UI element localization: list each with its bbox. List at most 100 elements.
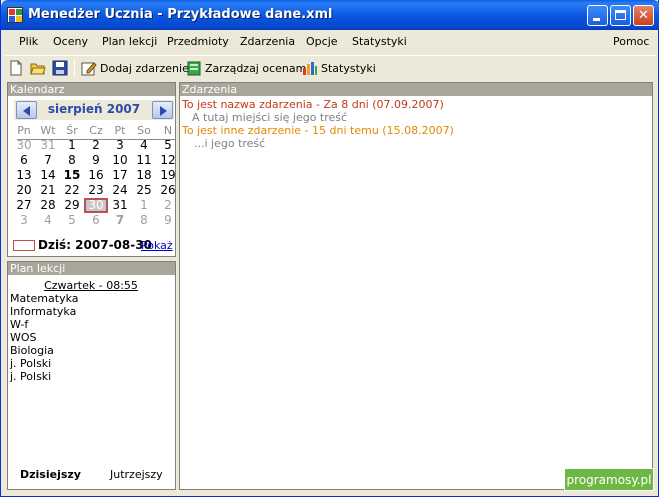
title-bar[interactable]: Menedżer Ucznia - Przykładowe dane.xml ✕ [1,0,659,30]
minimize-button[interactable] [587,5,608,26]
calendar-day[interactable]: 17 [108,168,132,183]
calendar-day[interactable]: 31 [36,138,60,153]
lesson-item: Matematyka [10,292,79,305]
manage-grades-button[interactable]: Zarządzaj ocenami [186,59,309,77]
calendar-day[interactable]: 1 [132,198,156,213]
toolbar-separator [74,59,75,77]
calendar-day[interactable]: 14 [36,168,60,183]
weekday-mon: Pn [17,124,31,137]
weekday-wed: Śr [66,124,78,137]
menu-bar: Plik Oceny Plan lekcji Przedmioty Zdarze… [5,31,656,53]
calendar-day[interactable]: 26 [156,183,180,198]
menu-grades[interactable]: Oceny [53,35,88,48]
lesson-item: Informatyka [10,305,77,318]
calendar-day[interactable]: 2 [156,198,180,213]
weekday-fri: Pt [114,124,126,137]
calendar-day[interactable]: 23 [84,183,108,198]
save-button[interactable] [52,59,71,77]
calendar-day[interactable]: 30 [12,138,36,153]
calendar-day[interactable]: 10 [108,153,132,168]
calendar-day[interactable]: 8 [60,153,84,168]
calendar-day[interactable]: 5 [60,213,84,228]
lesson-item: j. Polski [10,357,52,370]
menu-events[interactable]: Zdarzenia [240,35,295,48]
calendar-day[interactable]: 3 [12,213,36,228]
calendar-day[interactable]: 21 [36,183,60,198]
calendar-day[interactable]: 9 [84,153,108,168]
calendar-day[interactable]: 24 [108,183,132,198]
calendar-day[interactable]: 6 [84,213,108,228]
lesson-item: j. Polski [10,370,52,383]
next-month-button[interactable] [152,101,173,119]
calendar-day[interactable]: 1 [60,138,84,153]
menu-statistics[interactable]: Statystyki [352,35,407,48]
bar-chart-icon [302,60,318,76]
calendar-day[interactable]: 5 [156,138,180,153]
calendar-day[interactable]: 16 [84,168,108,183]
statistics-button[interactable]: Statystyki [302,59,376,77]
calendar-day[interactable]: 25 [132,183,156,198]
calendar-day[interactable]: 4 [132,138,156,153]
menu-lesson-plan[interactable]: Plan lekcji [102,35,157,48]
weekday-sun: N [163,124,173,137]
previous-month-button[interactable] [16,101,37,119]
calendar-day[interactable]: 27 [12,198,36,213]
maximize-button[interactable] [610,5,631,26]
tab-tomorrow[interactable]: Jutrzejszy [110,468,163,481]
watermark-badge: programosy.pl [564,468,654,491]
menu-subjects[interactable]: Przedmioty [167,35,229,48]
lesson-plan-day[interactable]: Czwartek - 08:55 [8,279,174,292]
weekday-sat: So [137,124,151,137]
event-title[interactable]: To jest inne zdarzenie - 15 dni temu (15… [182,124,454,137]
weekday-tue: Wt [40,124,56,137]
close-icon: ✕ [638,8,649,23]
open-folder-icon [30,60,46,76]
calendar-day[interactable]: 9 [156,213,180,228]
calendar-day[interactable]: 28 [36,198,60,213]
lesson-item: Biologia [10,344,54,357]
new-file-button[interactable] [8,59,27,77]
calendar-day[interactable]: 29 [60,198,84,213]
today-marker [13,240,35,251]
app-window: Menedżer Ucznia - Przykładowe dane.xml ✕… [0,0,659,497]
calendar-day-selected[interactable]: 30 [84,198,108,213]
calendar-day-bold[interactable]: 15 [60,168,84,183]
calendar-day[interactable]: 13 [12,168,36,183]
lesson-list: Matematyka Informatyka W-f WOS Biologia … [10,292,79,383]
calendar-panel: Kalendarz sierpień 2007 Pn Wt Śr Cz Pt S… [7,82,176,257]
add-event-label: Dodaj zdarzenie [100,61,189,75]
grades-book-icon [186,60,202,76]
event-title[interactable]: To jest nazwa zdarzenia - Za 8 dni (07.0… [182,98,444,111]
add-event-button[interactable]: Dodaj zdarzenie [81,59,189,77]
calendar-day[interactable]: 20 [12,183,36,198]
close-button[interactable]: ✕ [633,5,654,26]
tab-today[interactable]: Dzisiejszy [20,468,81,481]
manage-grades-label: Zarządzaj ocenami [205,61,310,75]
calendar-day[interactable]: 12 [156,153,180,168]
menu-help[interactable]: Pomoc [613,35,649,48]
events-header: Zdarzenia [180,83,652,96]
calendar-day[interactable]: 3 [108,138,132,153]
open-file-button[interactable] [30,59,49,77]
calendar-month-bar: sierpień 2007 [14,100,174,120]
statistics-label: Statystyki [321,61,376,75]
calendar-day[interactable]: 4 [36,213,60,228]
calendar-day[interactable]: 6 [12,153,36,168]
calendar-day[interactable]: 8 [132,213,156,228]
show-today-link[interactable]: Pokaż [141,239,173,252]
today-label: Dziś: 2007-08-30 [38,238,152,252]
calendar-day[interactable]: 31 [108,198,132,213]
calendar-day[interactable]: 19 [156,168,180,183]
window-title: Menedżer Ucznia - Przykładowe dane.xml [28,7,333,22]
calendar-day[interactable]: 11 [132,153,156,168]
new-file-icon [8,60,24,76]
calendar-day-bold[interactable]: 7 [108,213,132,228]
calendar-day[interactable]: 18 [132,168,156,183]
calendar-day[interactable]: 7 [36,153,60,168]
calendar-day[interactable]: 2 [84,138,108,153]
calendar-day[interactable]: 22 [60,183,84,198]
lesson-item: W-f [10,318,29,331]
menu-options[interactable]: Opcje [306,35,338,48]
weekday-thu: Cz [89,124,103,137]
menu-file[interactable]: Plik [19,35,38,48]
